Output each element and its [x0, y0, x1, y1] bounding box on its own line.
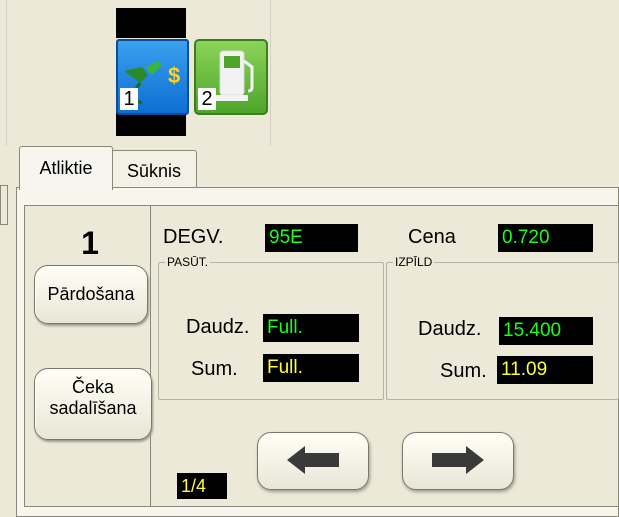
price-display: 0.720 — [498, 224, 593, 252]
exec-group-title: IZPĪLD — [393, 254, 435, 270]
pump-selector-area — [0, 0, 619, 146]
split-receipt-label-line1: Čeka — [71, 377, 115, 397]
fuel-display: 95E — [265, 224, 358, 252]
arrow-left-icon — [287, 446, 339, 474]
sale-button[interactable]: Pārdošana — [34, 265, 148, 324]
selected-pump-number: 1 — [81, 225, 99, 261]
pump-button-1[interactable]: $ 1 — [116, 39, 189, 115]
order-qty-display: Full. — [263, 314, 359, 342]
divider — [6, 0, 7, 146]
pump-status-strip — [116, 112, 186, 136]
order-group-title: PASŪT. — [165, 254, 211, 270]
prev-button[interactable] — [257, 432, 369, 490]
exec-sum-label: Sum. — [440, 360, 487, 382]
next-button[interactable] — [402, 432, 514, 490]
tab-atliktie[interactable]: Atliktie — [19, 146, 113, 190]
split-receipt-label-line2: sadalīšana — [49, 398, 137, 418]
exec-sum-display: 11.09 — [497, 356, 593, 384]
pump-button-2[interactable]: 2 — [194, 39, 268, 115]
pump-number: 2 — [198, 88, 216, 110]
pump-status-strip — [116, 8, 186, 38]
left-scroll-edge — [0, 185, 8, 225]
arrow-right-icon — [432, 446, 484, 474]
order-sum-display: Full. — [263, 354, 359, 382]
order-sum-label: Sum. — [191, 358, 238, 380]
divider — [270, 0, 271, 146]
price-label: Cena — [408, 226, 456, 248]
split-receipt-button[interactable]: Čeka sadalīšana — [34, 368, 152, 440]
tab-suknis[interactable]: Sūknis — [111, 150, 197, 189]
order-qty-label: Daudz. — [186, 316, 250, 338]
exec-qty-display: 15.400 — [499, 317, 593, 345]
fuel-label: DEGV. — [163, 226, 224, 248]
exec-qty-label: Daudz. — [418, 318, 482, 340]
svg-text:$: $ — [168, 63, 180, 88]
page-indicator: 1/4 — [177, 473, 227, 499]
pump-number: 1 — [120, 88, 138, 110]
